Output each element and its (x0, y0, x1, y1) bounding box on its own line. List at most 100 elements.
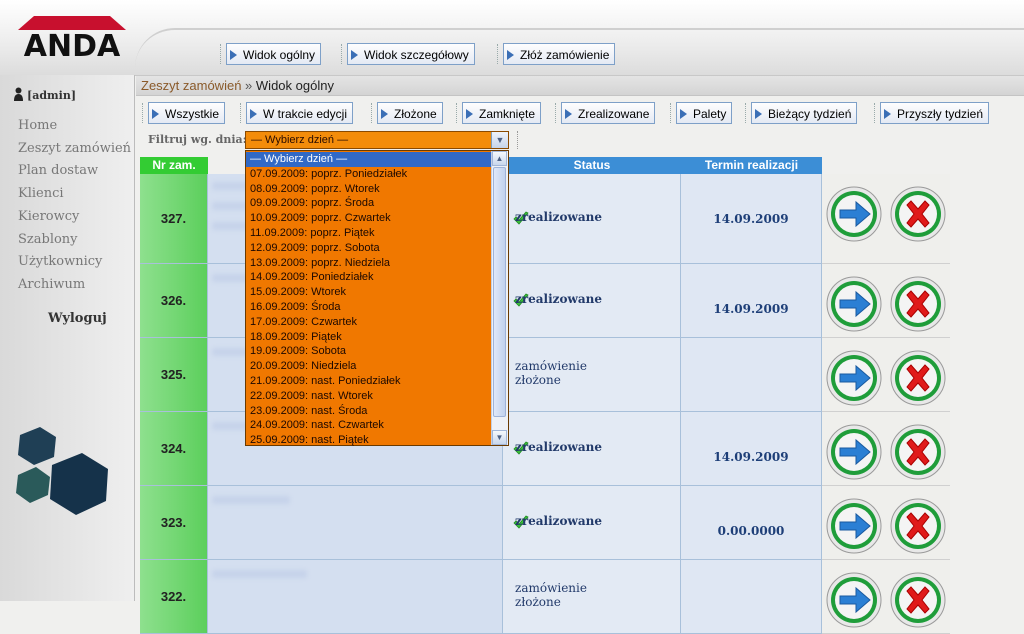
arrow-right-icon[interactable] (826, 186, 882, 242)
tab-palety[interactable]: Palety (669, 102, 733, 124)
dropdown-option[interactable]: 12.09.2009: poprz. Sobota (246, 241, 493, 256)
hexagon-decor-icon (16, 427, 108, 515)
order-deadline: 0.00.0000 (681, 486, 822, 560)
order-number: 325. (140, 338, 208, 412)
current-user: [admin] (14, 87, 76, 102)
sidebar: [admin] Home Zeszyt zamówień Plan dostaw… (0, 75, 135, 601)
arrow-right-icon[interactable] (826, 350, 882, 406)
order-number: 322. (140, 560, 208, 634)
order-number: 326. (140, 264, 208, 338)
zloz-zamowienie-button[interactable]: Złóż zamówienie (496, 43, 616, 65)
order-deadline-value: 14.09.2009 (713, 302, 789, 316)
order-deadline-value: 14.09.2009 (713, 212, 789, 226)
table-row[interactable]: 323. zrealizowane 0.00.0000 (140, 486, 950, 560)
scrollbar-thumb[interactable] (493, 167, 506, 417)
row-actions (822, 264, 950, 338)
day-filter-select[interactable]: — Wybierz dzień — ▼ (245, 131, 509, 149)
sidebar-item-klienci[interactable]: Klienci (18, 186, 64, 201)
row-actions (822, 486, 950, 560)
user-icon (14, 87, 23, 101)
separator (517, 131, 518, 149)
tab-w-trakcie-edycji[interactable]: W trakcie edycji (239, 102, 354, 124)
dropdown-option[interactable]: 09.09.2009: poprz. Środa (246, 196, 493, 211)
x-icon[interactable] (890, 498, 946, 554)
sidebar-item-szablony[interactable]: Szablony (18, 232, 78, 247)
scroll-up-icon[interactable]: ▲ (492, 151, 507, 166)
x-icon[interactable] (890, 424, 946, 480)
dropdown-option[interactable]: 08.09.2009: poprz. Wtorek (246, 182, 493, 197)
x-icon[interactable] (890, 276, 946, 332)
arrow-right-icon[interactable] (826, 498, 882, 554)
dropdown-option[interactable]: 25.09.2009: nast. Piątek (246, 433, 493, 448)
breadcrumb-section[interactable]: Zeszyt zamówień (141, 78, 241, 93)
anda-logo: ANDA (18, 16, 126, 62)
order-deadline (681, 338, 822, 412)
breadcrumb: Zeszyt zamówień » Widok ogólny (136, 76, 1024, 96)
dropdown-option[interactable]: 13.09.2009: poprz. Niedziela (246, 256, 493, 271)
filter-label: Filtruj wg. dnia: (148, 133, 247, 146)
dropdown-scrollbar[interactable]: ▲ ▼ (491, 151, 508, 445)
day-dropdown-list[interactable]: — Wybierz dzień —07.09.2009: poprz. Poni… (245, 150, 509, 446)
dropdown-option[interactable]: 11.09.2009: poprz. Piątek (246, 226, 493, 241)
arrow-right-icon[interactable] (826, 424, 882, 480)
x-icon[interactable] (890, 572, 946, 628)
order-deadline: 14.09.2009 (681, 174, 822, 264)
row-actions (822, 560, 950, 634)
dropdown-option[interactable]: 24.09.2009: nast. Czwartek (246, 418, 493, 433)
header-termin-realizacji: Termin realizacji (681, 157, 822, 174)
dropdown-option[interactable]: 15.09.2009: Wtorek (246, 285, 493, 300)
order-number: 327. (140, 174, 208, 264)
breadcrumb-separator: » (245, 78, 253, 93)
order-status: zrealizowane (503, 174, 681, 264)
table-row[interactable]: 322. zamówienie złożone (140, 560, 950, 634)
tab-zamkniete[interactable]: Zamknięte (455, 102, 542, 124)
tab-biezacy-tydzien[interactable]: Bieżący tydzień (744, 102, 858, 124)
sidebar-item-archiwum[interactable]: Archiwum (18, 277, 85, 292)
user-name: [admin] (27, 89, 77, 102)
order-number-value: 326. (160, 292, 187, 308)
chevron-down-icon[interactable]: ▼ (491, 132, 508, 148)
order-status: zrealizowane (503, 264, 681, 338)
dropdown-option[interactable]: — Wybierz dzień — (246, 152, 493, 167)
sidebar-item-plan-dostaw[interactable]: Plan dostaw (18, 163, 98, 178)
dropdown-option[interactable]: 14.09.2009: Poniedziałek (246, 270, 493, 285)
tab-zlozone[interactable]: Złożone (371, 102, 443, 124)
order-deadline-value: 0.00.0000 (717, 524, 785, 538)
order-status: zamówienie złożone (503, 338, 681, 412)
widok-szczegolowy-button[interactable]: Widok szczegółowy (341, 43, 475, 65)
sidebar-item-uzytkownicy[interactable]: Użytkownicy (18, 254, 102, 269)
tab-wszystkie[interactable]: Wszystkie (142, 102, 225, 124)
dropdown-option[interactable]: 23.09.2009: nast. Środa (246, 404, 493, 419)
order-number-value: 322. (160, 588, 187, 604)
order-deadline-value: 14.09.2009 (713, 450, 789, 464)
dropdown-option[interactable]: 07.09.2009: poprz. Poniedziałek (246, 167, 493, 182)
widok-ogolny-button[interactable]: Widok ogólny (219, 43, 322, 65)
tab-zrealizowane[interactable]: Zrealizowane (554, 102, 656, 124)
arrow-right-icon[interactable] (826, 276, 882, 332)
logo-text: ANDA (24, 29, 121, 62)
breadcrumb-current: Widok ogólny (255, 78, 334, 93)
dropdown-option[interactable]: 21.09.2009: nast. Poniedziałek (246, 374, 493, 389)
x-icon[interactable] (890, 350, 946, 406)
dropdown-option[interactable]: 19.09.2009: Sobota (246, 344, 493, 359)
sidebar-item-kierowcy[interactable]: Kierowcy (18, 209, 79, 224)
dropdown-option[interactable]: 10.09.2009: poprz. Czwartek (246, 211, 493, 226)
dropdown-option[interactable]: 22.09.2009: nast. Wtorek (246, 389, 493, 404)
sidebar-item-home[interactable]: Home (18, 118, 57, 133)
dropdown-option[interactable]: 20.09.2009: Niedziela (246, 359, 493, 374)
arrow-right-icon[interactable] (826, 572, 882, 628)
order-number-value: 325. (160, 366, 187, 382)
x-icon[interactable] (890, 186, 946, 242)
tab-przyszly-tydzien[interactable]: Przyszły tydzień (873, 102, 990, 124)
order-status: zrealizowane (503, 486, 681, 560)
order-deadline: 14.09.2009 (681, 412, 822, 486)
order-details (208, 560, 503, 634)
order-status-text: zrealizowane (515, 440, 602, 454)
dropdown-option[interactable]: 17.09.2009: Czwartek (246, 315, 493, 330)
dropdown-option[interactable]: 18.09.2009: Piątek (246, 330, 493, 345)
scroll-down-icon[interactable]: ▼ (492, 430, 507, 445)
order-number-value: 327. (160, 210, 187, 226)
sidebar-item-zeszyt-zamowien[interactable]: Zeszyt zamówień (18, 141, 131, 156)
dropdown-option[interactable]: 16.09.2009: Środa (246, 300, 493, 315)
logout-link[interactable]: Wyloguj (48, 311, 107, 326)
